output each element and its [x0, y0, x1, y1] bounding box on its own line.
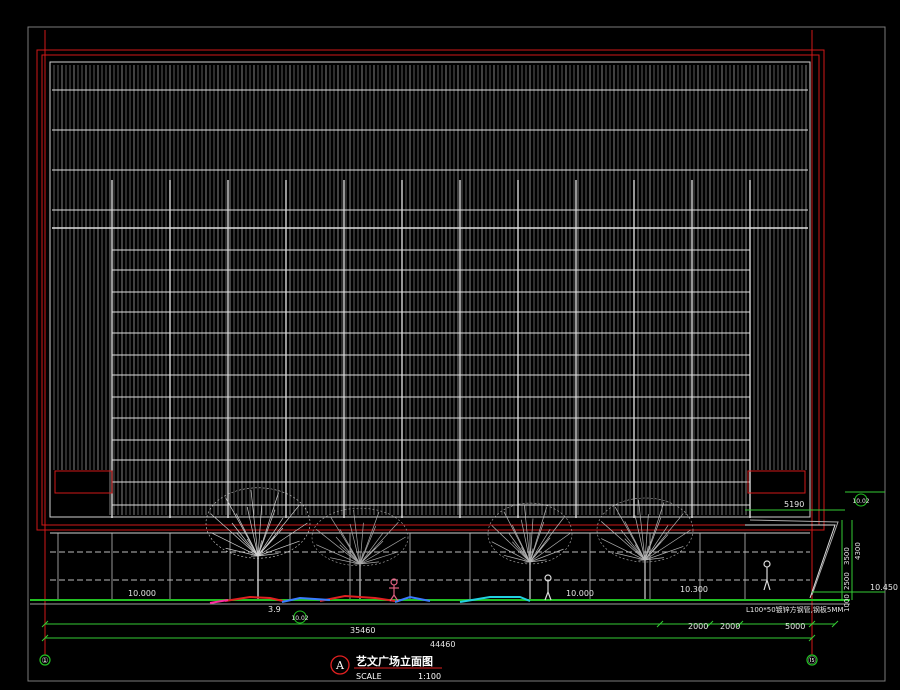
tree-branch [316, 529, 361, 565]
tree-branch [359, 511, 380, 565]
cad-elevation-drawing: ① ⑮ 10.02 10.02 10.000 10.000 10.300 10.… [0, 0, 900, 690]
drawing-title: 艺文广场立面图 [356, 654, 433, 668]
dim-vert-4: 3500 [843, 547, 851, 565]
ref-2-text: 10.02 [852, 498, 869, 505]
tree-branch [601, 521, 646, 561]
scale-label: SCALE [356, 672, 382, 681]
tree-branch [359, 532, 384, 565]
axis-left-label: ① [41, 656, 48, 665]
dim-seg-1-text: 2000 [688, 622, 708, 631]
elev-right-mid: 10.300 [680, 585, 708, 594]
tree-branch [329, 516, 361, 565]
elev-low: 3.9 [268, 605, 281, 614]
elevation-svg: ① ⑮ 10.02 10.02 10.000 10.000 10.300 10.… [27, 26, 898, 682]
dim-vert-3: 4300 [854, 542, 862, 560]
canopy-ramp [745, 524, 836, 599]
dim-vert-1: 1000 [843, 594, 851, 612]
person-figure-3 [763, 560, 771, 591]
tree-branch [644, 525, 669, 561]
elev-right: 10.450 [870, 583, 898, 592]
axis-right-label: ⑮ [808, 656, 816, 665]
title-circle-letter: A [335, 659, 345, 672]
tree-branch [210, 513, 259, 557]
dim-vert-2: 2500 [843, 572, 851, 590]
person-figure-1 [389, 578, 399, 602]
person-figure-2 [544, 574, 552, 601]
dim-span-text: 35460 [350, 626, 375, 635]
elev-left: 10.000 [128, 589, 156, 598]
axis-marker-right: ⑮ [806, 654, 818, 666]
red-box-right [747, 470, 806, 494]
elev-mid: 10.000 [566, 589, 594, 598]
drawing-title-block: A 艺文广场立面图 SCALE 1:100 [330, 654, 442, 681]
level-marker-ground: 10.02 [291, 610, 309, 624]
canopy-ramp-inner [749, 519, 839, 596]
red-box-left [54, 470, 113, 494]
scale-value: 1:100 [418, 672, 441, 681]
podium-posts [57, 533, 746, 600]
tree-branch [529, 529, 551, 563]
dim-seg-2-text: 2000 [720, 622, 740, 631]
red-frame-inner [41, 54, 820, 526]
dim-seg-3-text: 5000 [785, 622, 805, 631]
ref-1-text: 10.02 [291, 615, 308, 622]
outer-frame [27, 26, 886, 682]
dim-overall-text: 44460 [430, 640, 455, 649]
bench-note: L100*50镀锌方钢管,钢板5MM [746, 605, 843, 614]
tree-branch [491, 525, 531, 563]
axis-marker-left: ① [39, 654, 51, 666]
tree-branch [257, 492, 279, 557]
tree-branch [257, 517, 284, 557]
dim-top-right-text: 5190 [784, 500, 804, 509]
tree [596, 497, 694, 600]
level-marker-top: 10.02 [852, 493, 870, 507]
tree-branch [644, 502, 665, 561]
